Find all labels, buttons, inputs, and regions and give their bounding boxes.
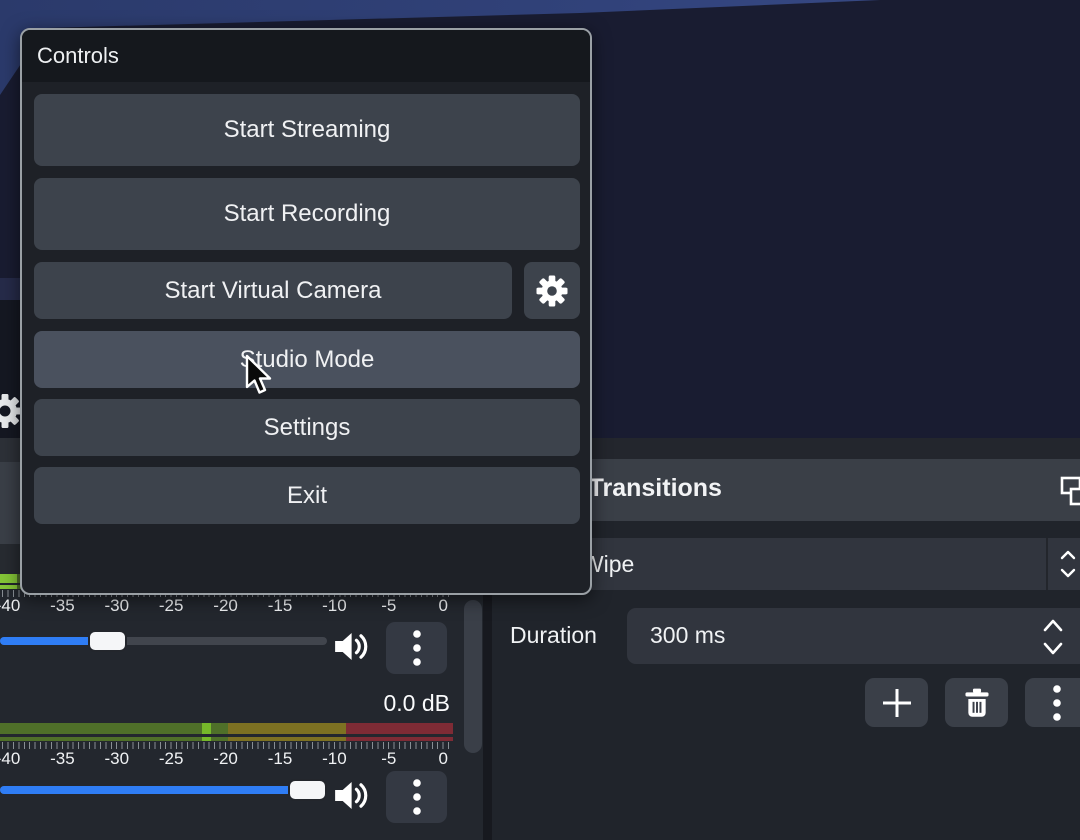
db-tick-label: -40 bbox=[0, 596, 20, 616]
channel1-volume-slider[interactable] bbox=[0, 637, 327, 645]
channel2-volume-handle[interactable] bbox=[288, 779, 327, 801]
kebab-menu-icon bbox=[1053, 685, 1061, 721]
db-tick-label: -20 bbox=[213, 596, 238, 616]
channel2-volume-slider[interactable] bbox=[0, 786, 327, 794]
kebab-menu-icon bbox=[413, 630, 421, 666]
duration-spinbox[interactable]: 300 ms bbox=[627, 608, 1080, 664]
duration-label: Duration bbox=[510, 622, 597, 649]
db-tick-label: -10 bbox=[322, 596, 347, 616]
db-tick-label: -30 bbox=[105, 749, 130, 769]
db-tick-label: -30 bbox=[105, 596, 130, 616]
channel2-db-scale: -40 -35 -30 -25 -20 -15 -10 -5 0 bbox=[0, 749, 483, 767]
mixer-scrollbar[interactable] bbox=[464, 600, 482, 753]
db-tick-label: -20 bbox=[213, 749, 238, 769]
db-tick-label: -25 bbox=[159, 596, 184, 616]
channel2-options-button[interactable] bbox=[386, 771, 447, 823]
channel2-mute-speaker-icon[interactable] bbox=[334, 779, 372, 812]
channel2-meter-thin bbox=[0, 737, 453, 741]
db-tick-label: -25 bbox=[159, 749, 184, 769]
studio-mode-button[interactable]: Studio Mode bbox=[34, 331, 580, 388]
channel2-db-ticks bbox=[2, 742, 450, 749]
channel1-options-button[interactable] bbox=[386, 622, 447, 674]
controls-titlebar[interactable]: Controls bbox=[22, 30, 590, 82]
duration-value: 300 ms bbox=[650, 622, 725, 649]
add-transition-button[interactable] bbox=[865, 678, 928, 727]
kebab-menu-icon bbox=[413, 779, 421, 815]
db-tick-label: -40 bbox=[0, 749, 20, 769]
combo-divider bbox=[1046, 538, 1048, 590]
duration-spin-up-down-icons[interactable] bbox=[1039, 614, 1067, 660]
channel1-mute-speaker-icon[interactable] bbox=[334, 630, 372, 663]
channel2-meter bbox=[0, 723, 453, 734]
obs-window: -40 -35 -30 -25 -20 -15 -10 -5 0 bbox=[0, 0, 1080, 840]
db-tick-label: -15 bbox=[268, 749, 293, 769]
channel1-db-scale: -40 -35 -30 -25 -20 -15 -10 -5 0 bbox=[0, 596, 483, 614]
db-tick-label: -5 bbox=[381, 749, 396, 769]
virtual-camera-settings-button[interactable] bbox=[524, 262, 580, 319]
trash-icon bbox=[963, 688, 991, 718]
channel2-level-readout: 0.0 dB bbox=[0, 690, 450, 717]
start-virtual-camera-button[interactable]: Start Virtual Camera bbox=[34, 262, 512, 319]
db-tick-label: -10 bbox=[322, 749, 347, 769]
controls-dock: Controls Start Streaming Start Recording… bbox=[20, 28, 592, 595]
exit-button[interactable]: Exit bbox=[34, 467, 580, 524]
settings-button[interactable]: Settings bbox=[34, 399, 580, 456]
combo-spinner-icons[interactable] bbox=[1058, 548, 1078, 580]
transition-properties-button[interactable] bbox=[1025, 678, 1080, 727]
dock-popout-icon[interactable] bbox=[1060, 476, 1080, 510]
plus-icon bbox=[880, 686, 914, 720]
db-tick-label: 0 bbox=[438, 596, 447, 616]
db-tick-label: -15 bbox=[268, 596, 293, 616]
start-streaming-button[interactable]: Start Streaming bbox=[34, 94, 580, 166]
db-tick-label: 0 bbox=[438, 749, 447, 769]
remove-transition-button[interactable] bbox=[945, 678, 1008, 727]
db-tick-label: -5 bbox=[381, 596, 396, 616]
gear-icon bbox=[534, 273, 570, 309]
channel1-volume-handle[interactable] bbox=[88, 630, 127, 652]
mouse-cursor bbox=[244, 354, 274, 398]
db-tick-label: -35 bbox=[50, 749, 75, 769]
db-tick-label: -35 bbox=[50, 596, 75, 616]
start-recording-button[interactable]: Start Recording bbox=[34, 178, 580, 250]
controls-title: Controls bbox=[37, 43, 119, 69]
